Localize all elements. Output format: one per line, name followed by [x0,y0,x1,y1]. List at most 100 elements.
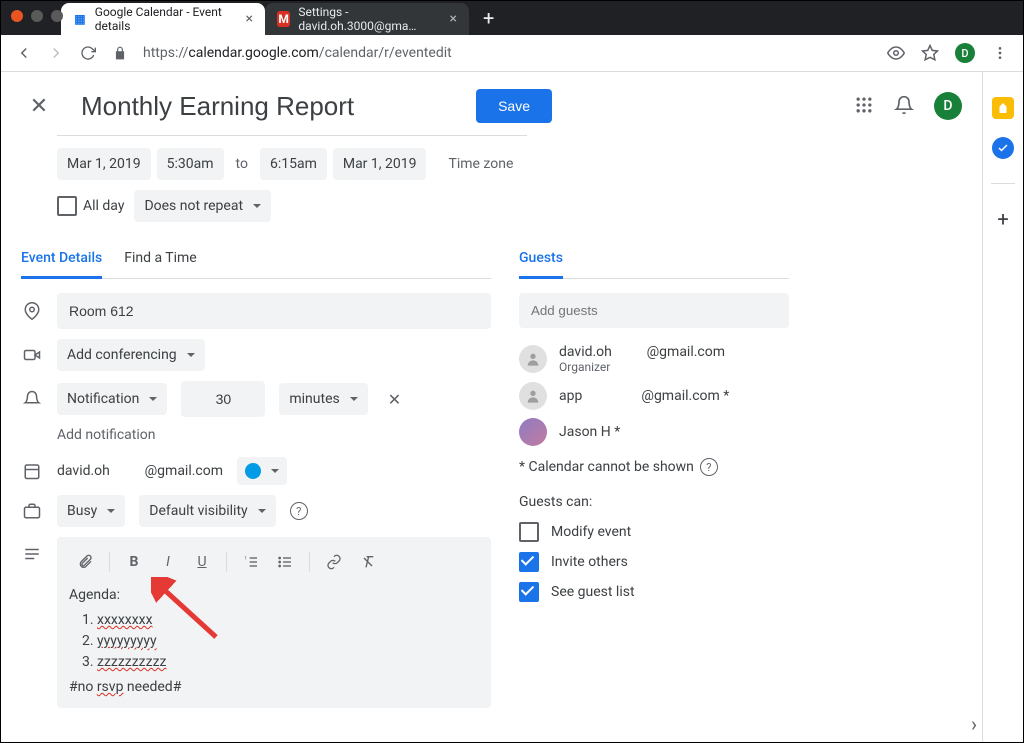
side-panel: + [982,71,1023,742]
back-button[interactable] [15,44,33,62]
numbered-list-icon[interactable]: 1 [235,547,267,577]
guest-name: Jason H * [559,424,789,440]
browser-tab-gmail[interactable]: M Settings - david.oh.3000@gma… × [265,3,469,35]
clear-format-icon[interactable] [352,547,384,577]
video-icon [21,346,43,364]
bold-icon[interactable]: B [118,547,150,577]
guest-name: app @gmail.com * [559,388,789,404]
add-sidepanel-button[interactable]: + [992,208,1014,230]
svg-text:1: 1 [244,555,247,561]
end-date-chip[interactable]: Mar 1, 2019 [333,148,427,180]
end-time-chip[interactable]: 6:15am [260,148,327,180]
perm-label: See guest list [551,584,635,600]
agenda-heading: Agenda: [69,585,479,606]
add-notification-link[interactable]: Add notification [57,427,156,443]
calendar-favicon-icon: ▦ [73,11,87,27]
forward-button[interactable] [47,44,65,62]
underline-icon[interactable]: U [186,547,218,577]
lock-icon[interactable] [111,44,129,62]
guest-avatar-icon [519,418,547,446]
attach-icon[interactable] [69,547,101,577]
new-tab-button[interactable]: + [469,6,508,30]
bullet-list-icon[interactable] [269,547,301,577]
color-dropdown[interactable] [237,457,287,485]
agenda-item: zzzzzzzzzz [97,654,166,670]
repeat-dropdown[interactable]: Does not repeat [134,190,271,222]
window-close-dot[interactable] [11,10,23,22]
browser-urlbar: https://calendar.google.com/calendar/r/e… [1,35,1023,72]
timezone-link[interactable]: Time zone [442,156,519,172]
eye-icon[interactable] [887,44,905,62]
hide-sidepanel-chevron-icon[interactable]: › [971,712,977,736]
calendar-owner-label: david.oh @gmail.com [57,463,223,479]
link-icon[interactable] [318,547,350,577]
remove-notification-button[interactable]: ✕ [382,390,407,409]
start-date-chip[interactable]: Mar 1, 2019 [57,148,151,180]
agenda-footer: #no rsvp needed# [69,677,479,698]
location-input[interactable] [57,293,491,329]
guest-row[interactable]: Jason H * [519,418,789,446]
briefcase-icon [21,502,43,520]
browser-tab-calendar[interactable]: ▦ Google Calendar - Event details × [61,3,265,35]
perm-guestlist-checkbox[interactable] [519,582,539,602]
description-editor[interactable]: B I U 1 [57,537,491,708]
agenda-item: yyyyyyyyy [97,633,157,649]
window-controls[interactable] [11,10,63,22]
busy-dropdown[interactable]: Busy [57,495,125,527]
event-details-column: Event Details Find a Time Add conferenci… [21,250,491,718]
window-min-dot[interactable] [31,10,43,22]
save-button[interactable]: Save [476,89,552,123]
guest-row[interactable]: app @gmail.com * [519,382,789,410]
location-icon [21,302,43,320]
close-tab-icon[interactable]: × [450,11,457,27]
account-avatar[interactable]: D [934,92,962,120]
color-dot-icon [245,463,261,479]
guests-can-label: Guests can: [519,494,789,510]
star-icon[interactable] [921,44,939,62]
tab-event-details[interactable]: Event Details [21,250,102,279]
gmail-favicon-icon: M [277,11,290,27]
browser-tabstrip: ▦ Google Calendar - Event details × M Se… [1,1,1023,35]
window-max-dot[interactable] [51,10,63,22]
apps-grid-icon[interactable] [854,95,876,117]
url-field[interactable]: https://calendar.google.com/calendar/r/e… [143,45,873,61]
keep-icon[interactable] [992,97,1014,119]
visibility-help-icon[interactable]: ? [290,502,308,520]
perm-invite-checkbox[interactable] [519,552,539,572]
calendar-not-shown-note: * Calendar cannot be shown ? [519,458,789,476]
tab-find-a-time[interactable]: Find a Time [124,250,197,278]
perm-modify-checkbox[interactable] [519,522,539,542]
notification-value-input[interactable] [181,381,265,417]
notification-unit-dropdown[interactable]: minutes [279,383,367,415]
calendar-icon [21,462,43,480]
tab-title: Google Calendar - Event details [95,5,238,33]
allday-row: All day Does not repeat [57,190,962,222]
note-help-icon[interactable]: ? [700,458,718,476]
guests-column: Guests david.oh @gmail.com Organizer app [519,250,789,718]
visibility-dropdown[interactable]: Default visibility [139,495,275,527]
close-event-button[interactable]: ✕ [21,94,57,119]
conferencing-dropdown[interactable]: Add conferencing [57,339,205,371]
tasks-icon[interactable] [992,137,1014,159]
profile-avatar[interactable]: D [955,43,975,63]
close-tab-icon[interactable]: × [246,11,253,27]
description-body[interactable]: Agenda: xxxxxxxx yyyyyyyyy zzzzzzzzzz #n… [69,585,479,698]
allday-checkbox[interactable] [57,196,77,216]
bell-icon [21,390,43,408]
italic-icon[interactable]: I [152,547,184,577]
editor-toolbar: B I U 1 [69,547,479,585]
tab-guests[interactable]: Guests [519,250,563,279]
agenda-item: xxxxxxxx [97,612,153,628]
guest-row[interactable]: david.oh @gmail.com Organizer [519,344,789,374]
add-guests-input[interactable] [519,293,789,328]
event-edit-content: ✕ Save D Mar 1, 2019 5:30am to 6:15am Ma… [1,71,982,742]
guest-avatar-icon [519,382,547,410]
guest-name: david.oh @gmail.com [559,344,789,360]
event-title-input[interactable] [79,90,454,123]
notifications-icon[interactable] [894,95,916,117]
kebab-menu-icon[interactable] [991,44,1009,62]
notification-type-dropdown[interactable]: Notification [57,383,167,415]
reload-button[interactable] [79,44,97,62]
datetime-row: Mar 1, 2019 5:30am to 6:15am Mar 1, 2019… [57,148,962,180]
start-time-chip[interactable]: 5:30am [157,148,224,180]
